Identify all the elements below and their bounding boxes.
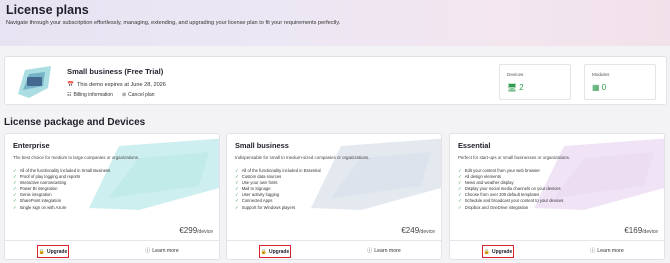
modules-label: Modules bbox=[592, 72, 610, 77]
plan-name: Essential bbox=[458, 141, 491, 150]
devices-value: 🖥 2 bbox=[507, 83, 524, 92]
devices-count: 2 bbox=[519, 83, 524, 92]
upgrade-button[interactable]: 🔒 Upgrade bbox=[482, 245, 514, 258]
cancel-icon: ⊘ bbox=[121, 92, 127, 98]
cancel-plan-link[interactable]: ⊘ Cancel plan bbox=[122, 92, 155, 98]
feature-list: ✓ All of the functionality included in Es… bbox=[235, 168, 321, 211]
plan-expiry: 📅 This demo expires at June 28, 2026 bbox=[67, 82, 166, 88]
devices-stat: Devices 🖥 2 bbox=[499, 64, 571, 100]
plan-price: €249/device bbox=[401, 226, 435, 235]
calendar-icon: 📅 bbox=[67, 82, 74, 88]
modules-value: ▦ 0 bbox=[592, 83, 606, 92]
section-title: License package and Devices bbox=[4, 117, 146, 128]
check-icon: ✓ bbox=[235, 204, 239, 210]
list-item: ✓ Single sign on with Azure bbox=[13, 204, 67, 210]
plan-art-image bbox=[311, 138, 441, 210]
plan-price: €299/device bbox=[179, 226, 213, 235]
plan-card-small-business: Small business Indispensable for small t… bbox=[226, 133, 442, 260]
page-title: License plans bbox=[6, 3, 89, 17]
billing-information-label: Billing information bbox=[73, 92, 113, 98]
learn-more-link[interactable]: ⓘ Learn more bbox=[367, 247, 401, 255]
feature-list: ✓ All of the functionality included in Sm… bbox=[13, 168, 110, 211]
plan-description: Indispensable for small to medium-sized … bbox=[235, 155, 370, 160]
plan-name: Small business bbox=[235, 141, 289, 150]
info-icon: ⓘ bbox=[145, 248, 151, 254]
divider bbox=[450, 240, 664, 241]
lock-icon: 🔒 bbox=[260, 248, 267, 255]
upgrade-button[interactable]: 🔒 Upgrade bbox=[37, 245, 69, 258]
plan-expiry-text: This demo expires at June 28, 2026 bbox=[76, 82, 166, 88]
plan-description: The best choice for medium to large comp… bbox=[13, 155, 140, 160]
page-header: License plans Navigate through your subs… bbox=[0, 0, 670, 46]
grid-icon: ▦ bbox=[592, 83, 600, 92]
plan-description: Perfect for start-ups or small businesse… bbox=[458, 155, 571, 160]
check-icon: ✓ bbox=[13, 204, 17, 210]
lock-icon: 🔒 bbox=[483, 248, 490, 255]
plan-card-essential: Essential Perfect for start-ups or small… bbox=[449, 133, 665, 260]
feature-list: ✓ Edit your content from your web browser… bbox=[458, 168, 563, 211]
lock-icon: 🔒 bbox=[38, 248, 45, 255]
list-item: ✓ Support for Windows players bbox=[235, 204, 296, 210]
divider bbox=[227, 240, 441, 241]
current-plan-name: Small business (Free Trial) bbox=[67, 67, 164, 76]
learn-more-link[interactable]: ⓘ Learn more bbox=[590, 247, 624, 255]
modules-stat: Modules ▦ 0 bbox=[584, 64, 656, 100]
upgrade-button[interactable]: 🔒 Upgrade bbox=[259, 245, 291, 258]
info-icon: ⓘ bbox=[590, 248, 596, 254]
plan-logo-icon bbox=[18, 66, 51, 98]
plan-price: €169/device bbox=[624, 226, 658, 235]
check-icon: ✓ bbox=[458, 204, 462, 210]
info-icon: ⓘ bbox=[367, 248, 373, 254]
cancel-plan-label: Cancel plan bbox=[128, 92, 155, 98]
divider bbox=[5, 240, 219, 241]
plan-name: Enterprise bbox=[13, 141, 50, 150]
billing-information-link[interactable]: ☷ Billing information bbox=[67, 92, 113, 98]
monitor-icon: 🖥 bbox=[507, 83, 518, 92]
page-subtitle: Navigate through your subscription effor… bbox=[6, 20, 341, 26]
list-item: ✓ Dropbox and OneDrive integration bbox=[458, 204, 529, 210]
plan-card-enterprise: Enterprise The best choice for medium to… bbox=[4, 133, 220, 260]
current-plan-card: Small business (Free Trial) 📅 This demo … bbox=[4, 56, 667, 105]
document-icon: ☷ bbox=[67, 92, 72, 98]
modules-count: 0 bbox=[601, 83, 607, 92]
learn-more-link[interactable]: ⓘ Learn more bbox=[145, 247, 179, 255]
plan-actions: ☷ Billing information ⊘ Cancel plan bbox=[67, 92, 155, 98]
devices-label: Devices bbox=[507, 72, 524, 77]
